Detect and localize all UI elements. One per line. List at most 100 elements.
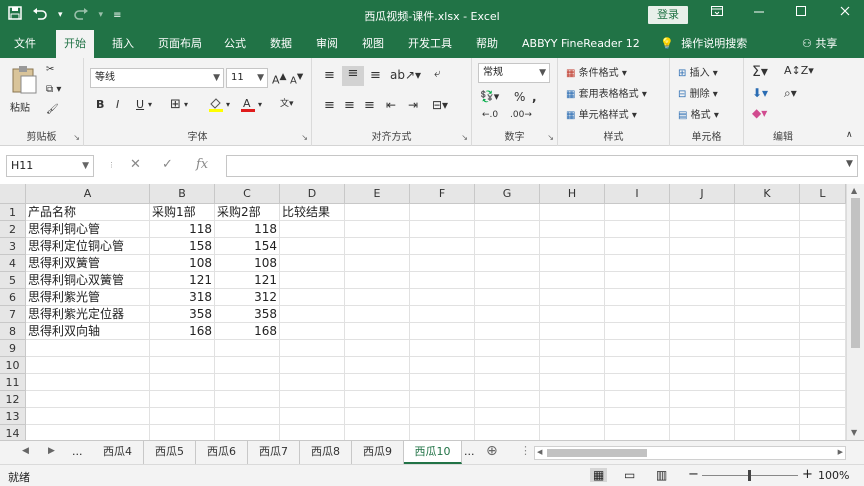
align-left-icon[interactable]: ≡ bbox=[324, 98, 335, 113]
align-right-icon[interactable]: ≡ bbox=[364, 98, 375, 113]
sheet-tab-10[interactable]: 西瓜10 bbox=[404, 441, 462, 464]
align-center-icon[interactable]: ≡ bbox=[344, 98, 355, 113]
cell[interactable] bbox=[605, 255, 670, 272]
cell[interactable] bbox=[475, 374, 540, 391]
tab-view[interactable]: 视图 bbox=[362, 30, 384, 58]
cell[interactable] bbox=[735, 255, 800, 272]
product-name-cell[interactable]: 思得利铜心管 bbox=[26, 221, 150, 238]
cell[interactable] bbox=[605, 272, 670, 289]
minimize-icon[interactable] bbox=[752, 4, 766, 22]
close-icon[interactable] bbox=[838, 4, 852, 22]
cell[interactable] bbox=[605, 374, 670, 391]
column-header-a[interactable]: A bbox=[26, 184, 150, 204]
font-color-icon[interactable]: A bbox=[240, 96, 256, 115]
cell[interactable] bbox=[475, 306, 540, 323]
tab-home[interactable]: 开始 bbox=[56, 30, 94, 58]
cell[interactable] bbox=[345, 391, 410, 408]
cell[interactable] bbox=[410, 374, 475, 391]
value-cell[interactable]: 121 bbox=[150, 272, 215, 289]
cell[interactable] bbox=[345, 408, 410, 425]
cell[interactable] bbox=[280, 323, 345, 340]
cell[interactable] bbox=[475, 272, 540, 289]
cell[interactable] bbox=[26, 340, 150, 357]
cell[interactable] bbox=[605, 340, 670, 357]
format-cells-button[interactable]: ▤ 格式 ▾ bbox=[678, 106, 719, 121]
cell[interactable] bbox=[800, 425, 846, 440]
product-name-cell[interactable]: 思得利紫光定位器 bbox=[26, 306, 150, 323]
cell[interactable] bbox=[670, 340, 735, 357]
value-cell[interactable]: 358 bbox=[150, 306, 215, 323]
cell[interactable] bbox=[800, 204, 846, 221]
cell[interactable] bbox=[280, 357, 345, 374]
column-header-k[interactable]: K bbox=[735, 184, 800, 204]
value-cell[interactable]: 358 bbox=[215, 306, 280, 323]
zoom-in-button[interactable]: + bbox=[802, 467, 813, 482]
cell[interactable] bbox=[540, 340, 605, 357]
cell[interactable] bbox=[800, 323, 846, 340]
row-header[interactable]: 9 bbox=[0, 340, 26, 357]
cell[interactable] bbox=[150, 391, 215, 408]
cell[interactable] bbox=[215, 391, 280, 408]
value-cell[interactable]: 121 bbox=[215, 272, 280, 289]
comma-icon[interactable]: , bbox=[532, 90, 537, 104]
row-header[interactable]: 11 bbox=[0, 374, 26, 391]
cell[interactable] bbox=[540, 289, 605, 306]
cell[interactable] bbox=[670, 357, 735, 374]
insert-cells-button[interactable]: ⊞ 插入 ▾ bbox=[678, 64, 718, 79]
cell[interactable] bbox=[26, 391, 150, 408]
cell[interactable] bbox=[26, 408, 150, 425]
row-header[interactable]: 7 bbox=[0, 306, 26, 323]
cell[interactable] bbox=[670, 272, 735, 289]
fill-icon[interactable]: ⬇▾ bbox=[752, 86, 768, 100]
cell[interactable] bbox=[735, 272, 800, 289]
scroll-thumb[interactable] bbox=[547, 449, 647, 457]
product-name-cell[interactable]: 思得利双向轴 bbox=[26, 323, 150, 340]
column-header-d[interactable]: D bbox=[280, 184, 345, 204]
cell[interactable] bbox=[410, 306, 475, 323]
cell[interactable] bbox=[215, 374, 280, 391]
cell[interactable] bbox=[410, 238, 475, 255]
cell[interactable] bbox=[670, 255, 735, 272]
zoom-out-button[interactable]: − bbox=[688, 467, 699, 482]
cell[interactable] bbox=[410, 391, 475, 408]
cell[interactable] bbox=[150, 425, 215, 440]
cell[interactable] bbox=[735, 408, 800, 425]
fill-color-dropdown-icon[interactable]: ▾ bbox=[226, 100, 230, 109]
wrap-text-icon[interactable]: ⤶ bbox=[434, 66, 441, 81]
column-header-l[interactable]: L bbox=[800, 184, 846, 204]
cell[interactable] bbox=[345, 340, 410, 357]
sheet-tab-7[interactable]: 西瓜7 bbox=[248, 441, 300, 464]
share-button[interactable]: ⚇ 共享 bbox=[802, 30, 837, 58]
row-header[interactable]: 1 bbox=[0, 204, 26, 221]
cell[interactable] bbox=[735, 238, 800, 255]
cell[interactable] bbox=[150, 374, 215, 391]
cell[interactable] bbox=[475, 289, 540, 306]
alignment-launcher-icon[interactable]: ↘ bbox=[461, 133, 468, 142]
align-bottom-icon[interactable]: ≡ bbox=[370, 68, 381, 83]
align-middle-icon[interactable]: ≡ bbox=[342, 66, 364, 86]
value-cell[interactable]: 318 bbox=[150, 289, 215, 306]
next-sheet-icon[interactable]: ▶ bbox=[48, 446, 55, 456]
cell[interactable] bbox=[475, 255, 540, 272]
cell[interactable] bbox=[735, 323, 800, 340]
sheet-tab-5[interactable]: 西瓜5 bbox=[144, 441, 196, 464]
cell[interactable] bbox=[475, 323, 540, 340]
cell[interactable] bbox=[475, 340, 540, 357]
cell[interactable] bbox=[150, 408, 215, 425]
enter-icon[interactable]: ✓ bbox=[162, 157, 173, 172]
cell[interactable] bbox=[605, 306, 670, 323]
cell[interactable] bbox=[475, 425, 540, 440]
format-as-table-button[interactable]: ▦ 套用表格格式 ▾ bbox=[566, 85, 647, 100]
worksheet-grid[interactable]: A B C D E F G H I J K L 1 2 3 4 5 6 7 8 … bbox=[0, 184, 864, 440]
normal-view-icon[interactable]: ▦ bbox=[590, 468, 608, 482]
value-cell[interactable]: 168 bbox=[150, 323, 215, 340]
cell[interactable] bbox=[410, 255, 475, 272]
sheet-tab-4[interactable]: 西瓜4 bbox=[92, 441, 144, 464]
header-cell[interactable]: 采购2部 bbox=[215, 204, 280, 221]
clear-icon[interactable]: ◆▾ bbox=[752, 106, 767, 120]
row-header[interactable]: 2 bbox=[0, 221, 26, 238]
row-header[interactable]: 8 bbox=[0, 323, 26, 340]
row-header[interactable]: 3 bbox=[0, 238, 26, 255]
cell[interactable] bbox=[605, 408, 670, 425]
borders-dropdown-icon[interactable]: ▾ bbox=[184, 100, 188, 109]
